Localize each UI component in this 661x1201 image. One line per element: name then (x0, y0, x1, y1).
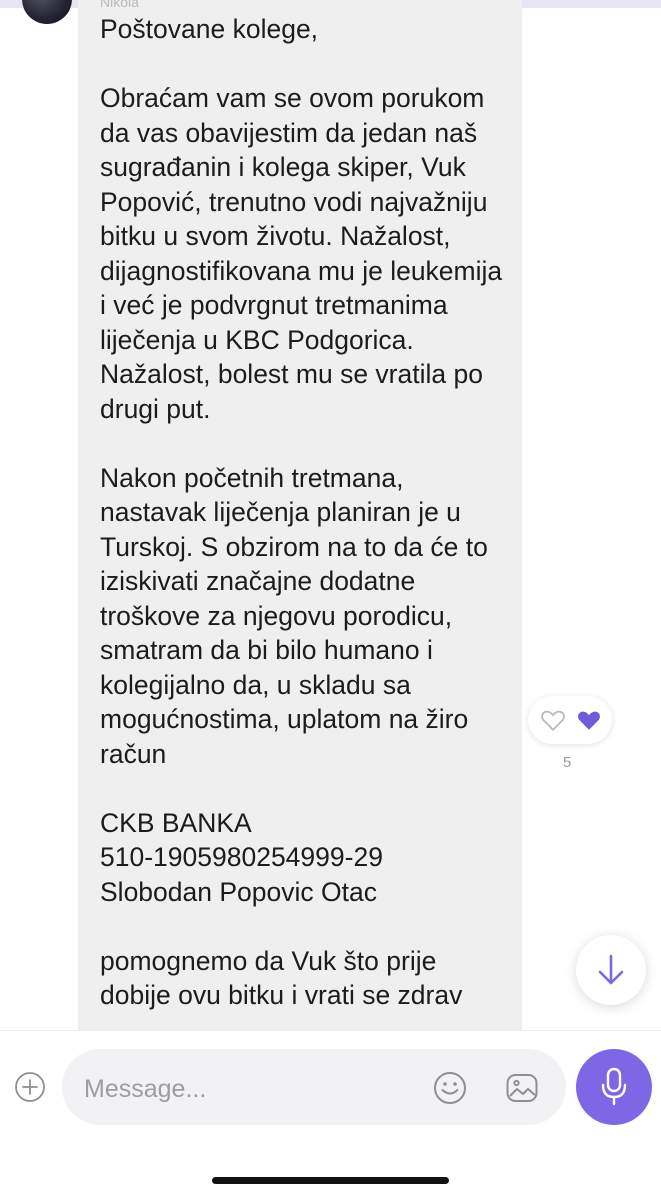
reactions-pill[interactable] (528, 696, 612, 744)
sender-name: Nikola (100, 0, 139, 10)
scroll-down-button[interactable] (576, 935, 646, 1005)
microphone-icon (601, 1067, 627, 1106)
image-sticker-icon[interactable] (504, 1070, 540, 1106)
chat-area[interactable]: Poštovane kolege, Obraćam vam se ovom po… (0, 0, 661, 1030)
message-composer (0, 1030, 661, 1201)
home-indicator[interactable] (212, 1177, 449, 1184)
message-input[interactable] (82, 1071, 386, 1107)
message-text: Poštovane kolege, Obraćam vam se ovom po… (100, 12, 510, 1030)
body-paragraph-1: Obraćam vam se ovom porukom da vas obavi… (100, 83, 503, 424)
plus-circle-icon[interactable] (14, 1071, 46, 1103)
account-number: 510-1905980254999-29 (100, 842, 383, 872)
greeting-paragraph: Poštovane kolege, (100, 14, 319, 44)
heart-filled-icon[interactable] (576, 708, 602, 732)
bank-name: CKB BANKA (100, 807, 252, 838)
message-input-container[interactable] (62, 1049, 566, 1125)
mic-button[interactable] (576, 1049, 652, 1125)
smiley-icon[interactable] (432, 1070, 468, 1106)
arrow-down-icon (598, 954, 624, 985)
closing-paragraph: pomognemo da Vuk što prije dobije ovu bi… (100, 945, 463, 1011)
account-holder: Slobodan Popovic Otac (100, 876, 377, 907)
reaction-count[interactable]: 5 (563, 754, 571, 771)
avatar[interactable] (22, 0, 72, 24)
heart-outline-icon[interactable] (540, 708, 566, 732)
body-paragraph-2: Nakon početnih tretmana, nastavak liječe… (100, 462, 488, 769)
